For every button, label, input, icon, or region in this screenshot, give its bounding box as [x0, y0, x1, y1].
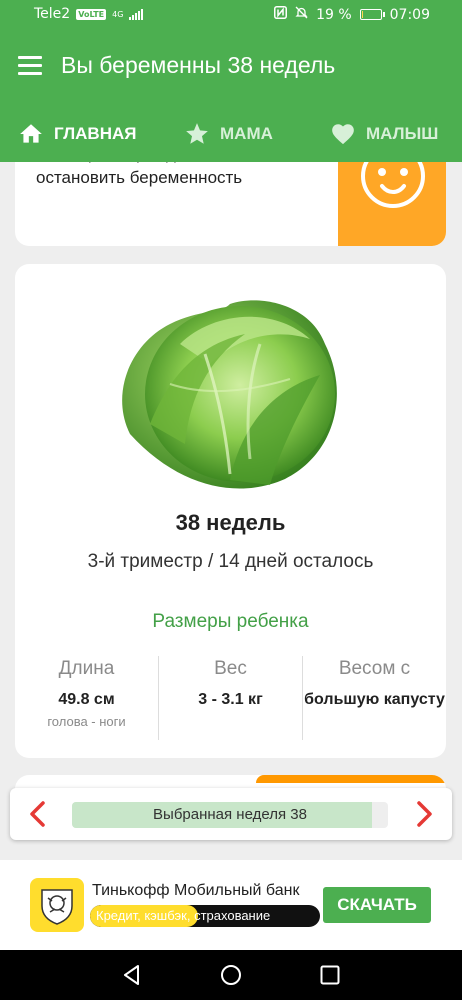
chevron-left-icon[interactable]	[24, 800, 52, 828]
tab-home[interactable]: ГЛАВНАЯ	[18, 106, 136, 162]
nfc-icon	[274, 6, 288, 23]
baby-size-metrics: Длина 49.8 см голова - ноги Вес 3 - 3.1 …	[15, 656, 446, 740]
ad-title: Тинькофф Мобильный банк	[92, 882, 300, 899]
metric-length-note: голова - ноги	[47, 714, 126, 729]
carrier-name: Tele2	[34, 6, 71, 22]
back-triangle-icon[interactable]	[120, 963, 144, 987]
home-circle-icon[interactable]	[219, 963, 243, 987]
tab-mama-label: МАМА	[220, 124, 273, 143]
signal-icon	[129, 8, 144, 20]
baby-sizes-title: Размеры ребенка	[152, 611, 309, 632]
battery-level	[361, 11, 364, 18]
network-type: 4G	[112, 9, 124, 19]
tab-baby-label: МАЛЫШ	[366, 124, 439, 143]
tab-baby[interactable]: МАЛЫШ	[330, 106, 438, 162]
tab-bar: ГЛАВНАЯ МАМА МАЛЫШ	[0, 106, 462, 162]
metric-weight: Вес 3 - 3.1 кг	[158, 656, 302, 740]
metric-length-label: Длина	[58, 658, 115, 679]
page-title: Вы беременны 38 недель	[61, 52, 336, 78]
ad-subtitle: Кредит, кэшбэк, страхование	[96, 908, 271, 923]
tab-mama[interactable]: МАМА	[184, 106, 273, 162]
week-subtitle: 3-й триместр / 14 дней осталось	[87, 551, 374, 572]
recents-square-icon[interactable]	[318, 963, 342, 987]
hamburger-menu-icon[interactable]	[18, 56, 42, 76]
status-right: 19 % 07:09	[274, 6, 430, 23]
birth-report-text: Сообщить о рождении малыша и остановить …	[36, 162, 299, 187]
cabbage-image	[122, 300, 337, 489]
metric-length: Длина 49.8 см голова - ноги	[15, 656, 158, 740]
week-title: 38 недель	[175, 510, 286, 535]
baby-face-icon	[361, 162, 425, 208]
ad-subtitle-pill: Кредит, кэшбэк, страхование	[90, 905, 320, 927]
content-scroll-area[interactable]: Сообщить о рождении малыша и остановить …	[0, 162, 462, 860]
selected-week-label: Выбранная неделя 38	[153, 806, 307, 823]
birth-report-card[interactable]: Сообщить о рождении малыша и остановить …	[15, 162, 446, 246]
tab-home-label: ГЛАВНАЯ	[54, 124, 137, 143]
next-card-accent	[256, 775, 446, 783]
home-icon	[20, 124, 42, 143]
metric-length-value: 49.8 см	[58, 691, 115, 708]
week-info-card: 38 недель 3-й триместр / 14 дней осталос…	[15, 264, 446, 758]
week-selector: Выбранная неделя 38	[10, 788, 452, 840]
chevron-right-icon[interactable]	[410, 800, 438, 828]
status-bar: Tele2 VoLTE 4G 19 % 07:09	[0, 0, 462, 30]
metric-comparison-label: Весом с	[338, 658, 411, 679]
mute-icon	[295, 6, 308, 23]
app-bar: Вы беременны 38 недель	[0, 30, 462, 106]
metric-weight-value: 3 - 3.1 кг	[198, 691, 263, 708]
status-left: Tele2 VoLTE 4G	[34, 6, 144, 22]
metric-comparison-value: большую капусту	[304, 691, 445, 708]
system-nav-bar	[0, 950, 462, 1000]
metric-comparison: Весом с большую капусту	[302, 656, 446, 740]
tinkoff-logo-icon	[30, 878, 84, 932]
week-progress-bar[interactable]: Выбранная неделя 38	[72, 802, 388, 828]
metric-weight-label: Вес	[214, 658, 247, 679]
ad-banner[interactable]: Тинькофф Мобильный банк Кредит, кэшбэк, …	[0, 860, 462, 950]
battery-icon	[359, 9, 385, 20]
birth-report-icon-panel	[338, 162, 446, 246]
volte-badge: VoLTE	[76, 8, 107, 20]
battery-percent: 19 %	[316, 6, 352, 23]
star-icon	[186, 123, 208, 144]
ad-download-button[interactable]: СКАЧАТЬ	[323, 887, 431, 923]
heart-icon	[332, 124, 354, 145]
clock: 07:09	[389, 6, 430, 23]
